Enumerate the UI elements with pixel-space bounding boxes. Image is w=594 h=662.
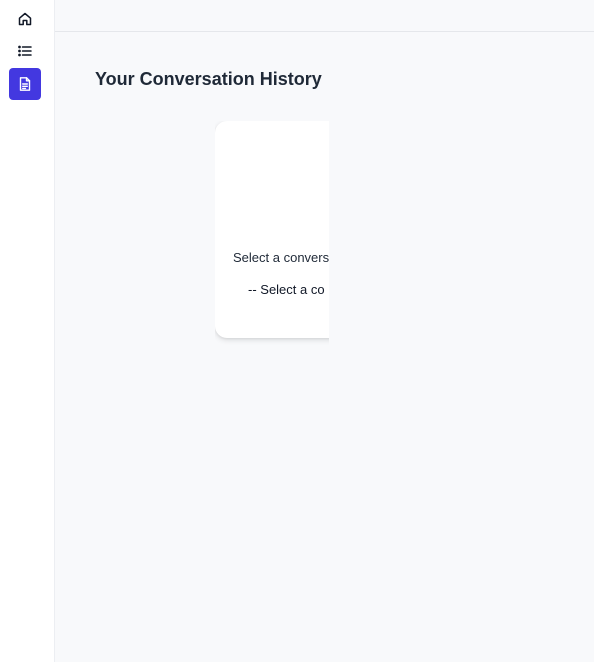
list-icon	[17, 43, 33, 59]
sidebar-item-home[interactable]	[9, 3, 41, 35]
conversation-card: Select a convers -- Select a co	[215, 121, 329, 338]
home-icon	[17, 11, 33, 27]
document-icon	[17, 76, 33, 92]
sidebar-item-list[interactable]	[9, 35, 41, 67]
select-conversation-label: Select a convers	[233, 250, 329, 265]
top-bar	[55, 0, 594, 32]
conversation-panel: Select a convers -- Select a co	[215, 121, 329, 347]
main-content: Your Conversation History Select a conve…	[55, 0, 594, 662]
sidebar-item-document[interactable]	[9, 68, 41, 100]
conversation-select[interactable]: -- Select a co	[248, 282, 325, 297]
app-window: Your Conversation History Select a conve…	[0, 0, 594, 662]
page-title: Your Conversation History	[95, 69, 322, 89]
sidebar	[0, 0, 55, 662]
